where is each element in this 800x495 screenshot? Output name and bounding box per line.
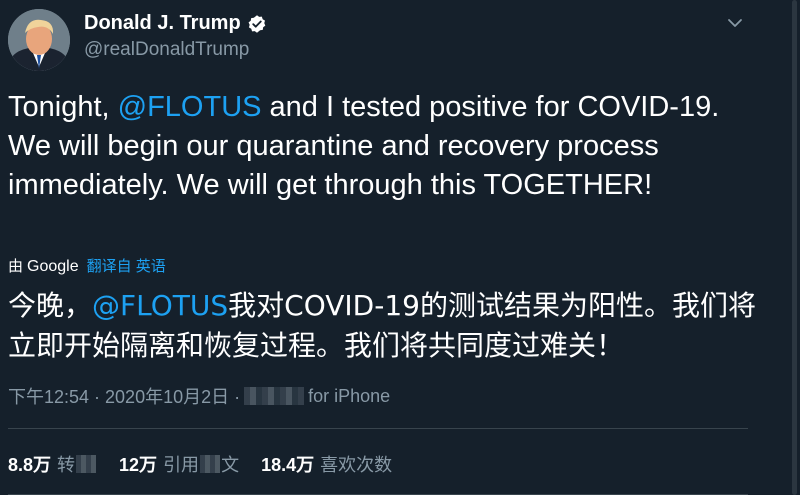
redacted-block	[244, 387, 305, 405]
google-logo: Google	[27, 258, 79, 275]
quotes-label: 引用	[163, 455, 200, 475]
retweets-stat[interactable]: 8.8万 转	[8, 451, 97, 477]
translated-text-part: 今晚，	[8, 289, 93, 322]
tweet-text: Tonight, @FLOTUS and I tested positive f…	[8, 88, 738, 205]
author-display-name[interactable]: Donald J. Trump	[84, 12, 241, 35]
divider	[8, 428, 748, 429]
mention-link[interactable]: @FLOTUS	[118, 91, 262, 123]
quotes-count: 12万	[119, 455, 158, 475]
retweets-count: 8.8万	[8, 455, 52, 475]
quotes-label: 文	[221, 455, 240, 475]
translated-text: 今晚，@FLOTUS我对COVID-19的测试结果为阳性。我们将立即开始隔离和恢…	[8, 286, 768, 366]
verified-badge-icon	[248, 14, 266, 33]
author-handle[interactable]: @realDonaldTrump	[84, 39, 249, 61]
chevron-down-icon[interactable]	[726, 14, 744, 32]
retweets-label-group: 转	[57, 451, 97, 477]
translation-attribution: 由 Google 翻译自 英语	[8, 255, 166, 276]
avatar[interactable]	[8, 9, 70, 71]
redacted-block	[76, 455, 97, 473]
tweet-stats: 8.8万 转 12万 引用 文 18.4万 喜欢次数	[8, 451, 414, 477]
author-name-row[interactable]: Donald J. Trump	[84, 12, 267, 35]
redacted-block	[200, 455, 221, 473]
quotes-stat[interactable]: 12万 引用 文	[119, 451, 239, 477]
avatar-photo	[8, 9, 70, 71]
likes-label: 喜欢次数	[320, 455, 393, 475]
likes-count: 18.4万	[261, 455, 315, 475]
tweet-text-part: Tonight,	[8, 91, 118, 123]
translated-from-link[interactable]: 翻译自 英语	[87, 255, 166, 276]
tweet-timestamp[interactable]: 下午12:54 · 2020年10月2日 ·	[8, 383, 240, 409]
scrollbar-thumb[interactable]	[792, 0, 797, 495]
quotes-label-group: 引用 文	[163, 451, 239, 477]
tweet-meta: 下午12:54 · 2020年10月2日 · for iPhone	[8, 383, 390, 409]
retweets-label: 转	[57, 455, 76, 475]
translated-by-label: 由	[8, 258, 24, 275]
tweet-source[interactable]: for iPhone	[308, 386, 390, 407]
likes-stat[interactable]: 18.4万 喜欢次数	[261, 451, 392, 477]
translated-mention-link[interactable]: @FLOTUS	[92, 289, 228, 322]
